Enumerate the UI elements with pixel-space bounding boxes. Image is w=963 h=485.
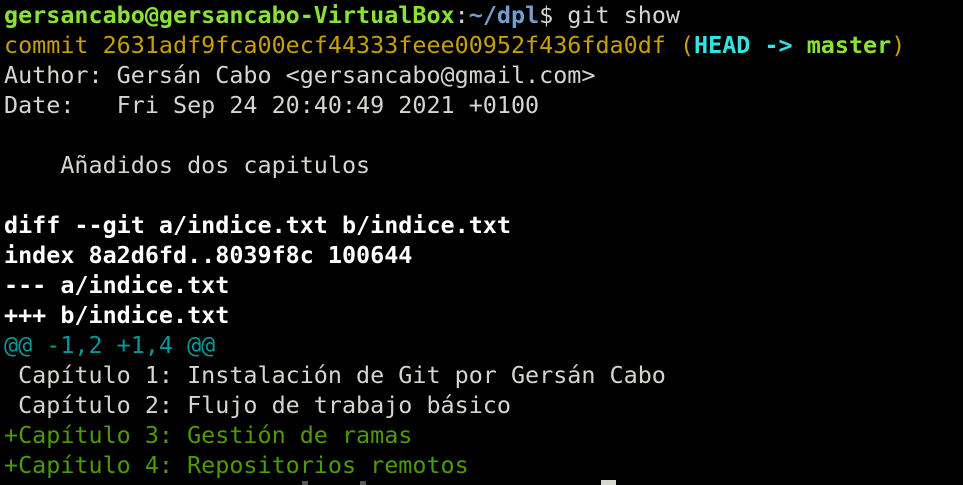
diff-minus-file: --- a/indice.txt <box>4 271 230 299</box>
commit-line: commit 2631adf9fca00ecf44333feee00952f43… <box>4 30 963 60</box>
prompt-symbol: $ <box>539 1 568 29</box>
diff-git-header: diff --git a/indice.txt b/indice.txt <box>4 211 511 239</box>
terminal-window[interactable]: gersancabo@gersancabo-VirtualBox:~/dpl$ … <box>0 0 963 485</box>
commit-hash: commit 2631adf9fca00ecf44333feee00952f43… <box>4 31 666 59</box>
ref-paren-open: ( <box>665 31 695 59</box>
diff-added-line: +Capítulo 3: Gestión de ramas <box>4 421 413 449</box>
prompt-command: git show <box>567 1 680 29</box>
cut-off-glyph <box>360 481 366 485</box>
diff-context-line: Capítulo 2: Flujo de trabajo básico <box>4 391 511 419</box>
diff-added-line: +Capítulo 4: Repositorios remotos <box>4 451 469 479</box>
diff-context-line: Capítulo 1: Instalación de Git por Gersá… <box>4 361 666 389</box>
ref-paren-close: ) <box>891 31 906 59</box>
date-line: Date: Fri Sep 24 20:40:49 2021 +0100 <box>4 91 540 119</box>
prompt-path: ~/dpl <box>468 1 540 29</box>
prompt-user-host: gersancabo@gersancabo-VirtualBox <box>4 1 455 29</box>
cut-off-glyph <box>302 481 308 485</box>
diff-plus-file: +++ b/indice.txt <box>4 301 230 329</box>
author-line: Author: Gersán Cabo <gersancabo@gmail.co… <box>4 61 596 89</box>
diff-index-line: index 8a2d6fd..8039f8c 100644 <box>4 241 413 269</box>
commit-message: Añadidos dos capitulos <box>4 151 371 179</box>
prompt-line: gersancabo@gersancabo-VirtualBox:~/dpl$ … <box>4 0 963 30</box>
head-ref: HEAD -> <box>694 31 807 59</box>
terminal-cursor <box>601 480 616 485</box>
diff-hunk-header: @@ -1,2 +1,4 @@ <box>4 331 216 359</box>
branch-ref: master <box>806 31 892 59</box>
prompt-separator: : <box>454 1 469 29</box>
